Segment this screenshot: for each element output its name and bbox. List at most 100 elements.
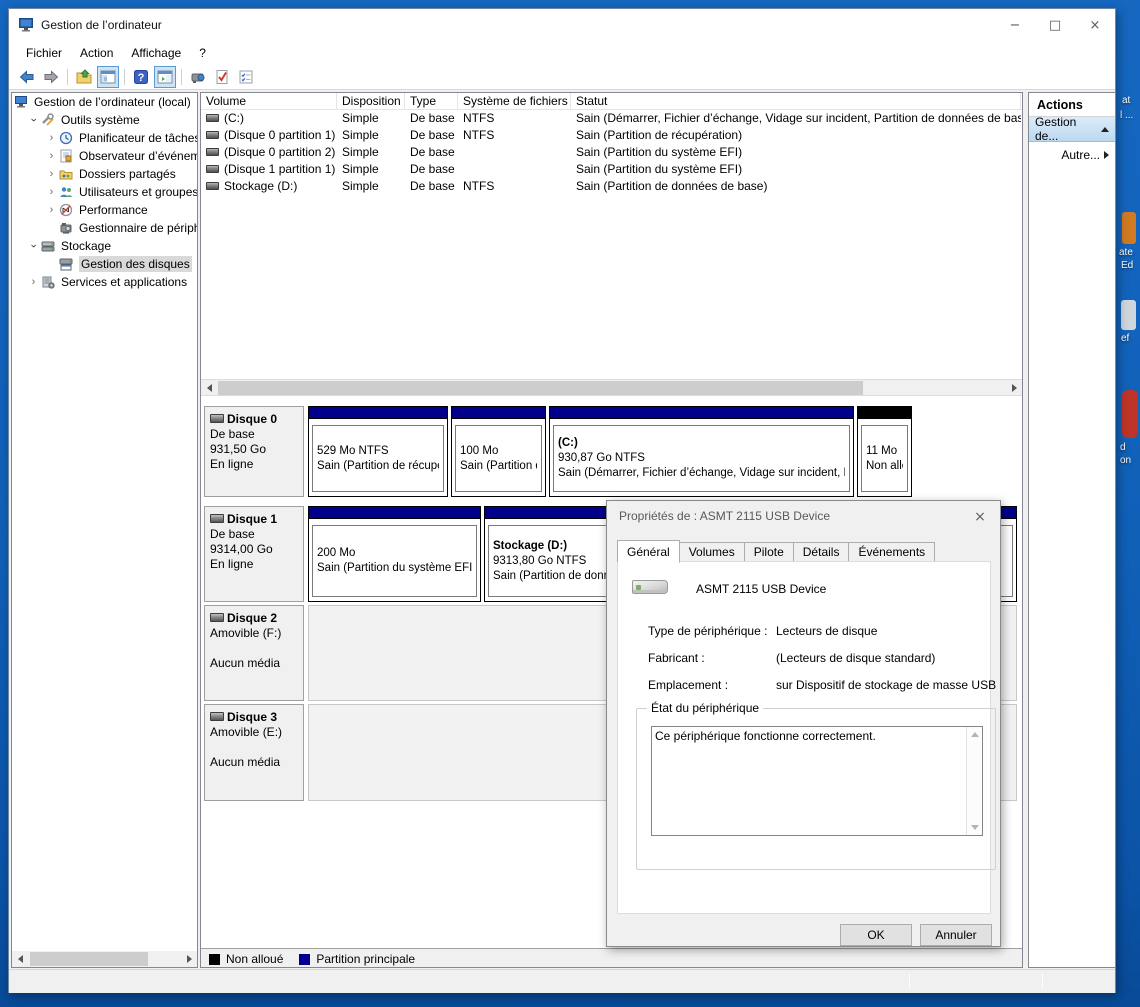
ok-button[interactable]: OK xyxy=(840,924,912,946)
tab-volumes[interactable]: Volumes xyxy=(678,542,745,562)
help-icon[interactable]: ? xyxy=(130,66,152,88)
tree-item-gestion-de-l-ordinateur-local[interactable]: Gestion de l’ordinateur (local) xyxy=(12,93,197,111)
textbox-scrollbar[interactable] xyxy=(966,727,982,835)
location-label: Emplacement : xyxy=(648,678,729,692)
tab-pilote[interactable]: Pilote xyxy=(743,542,794,562)
tree-item-gestion-des-disques[interactable]: Gestion des disques xyxy=(12,255,197,273)
maximize-button[interactable]: □ xyxy=(1035,9,1075,41)
disk-label[interactable]: Disque 3 Amovible (E:) Aucun média xyxy=(204,704,304,801)
scroll-right-icon[interactable] xyxy=(181,951,197,967)
actions-panel-title: Actions xyxy=(1029,93,1115,117)
desktop: at l ... ate Ed ef d on Gestion de l’ord… xyxy=(0,0,1140,1007)
column-header-statut[interactable]: Statut xyxy=(571,93,1021,110)
partition-info: 200 Mo Sain (Partition du système EFI) xyxy=(312,525,477,597)
partition[interactable]: 100 MoSain (Partition du système EFI) xyxy=(451,406,546,497)
menu-fichier[interactable]: Fichier xyxy=(17,43,71,63)
partition[interactable]: 11 MoNon alloué xyxy=(857,406,912,497)
close-button[interactable]: × xyxy=(1075,9,1115,41)
tree-horizontal-scrollbar[interactable] xyxy=(12,951,197,967)
desktop-icon-text: ef xyxy=(1121,333,1130,344)
tree-item-stockage[interactable]: › Stockage xyxy=(12,237,197,255)
legend-primary-label: Partition principale xyxy=(316,952,416,966)
tree-item-services-et-applications[interactable]: › Services et applications xyxy=(12,273,197,291)
title-bar[interactable]: Gestion de l’ordinateur − □ × xyxy=(9,9,1115,41)
scroll-right-icon[interactable] xyxy=(1006,380,1022,396)
volume-row[interactable]: Stockage (D:) Simple De base NTFS Sain (Part… xyxy=(201,178,1022,195)
scrollbar-thumb[interactable] xyxy=(30,952,148,966)
volume-row[interactable]: (C:) Simple De base NTFS Sain (Démarrer, Fic… xyxy=(201,110,1022,127)
computer-icon xyxy=(14,95,30,109)
volume-cell: Simple xyxy=(342,162,379,176)
up-folder-icon[interactable] xyxy=(73,66,95,88)
volume-row[interactable]: (Disque 1 partition 1) Simple De base Sain … xyxy=(201,161,1022,178)
action-gestion-des-disques[interactable]: Gestion de... xyxy=(1029,115,1115,143)
show-action-pane-icon[interactable] xyxy=(154,65,176,88)
column-header-volume[interactable]: Volume xyxy=(201,93,337,110)
tree-item-performance[interactable]: › Performance xyxy=(12,201,197,219)
document-check-icon[interactable] xyxy=(211,66,233,88)
tab-evenements[interactable]: Événements xyxy=(848,542,936,562)
scroll-left-icon[interactable] xyxy=(12,951,28,967)
dialog-close-icon[interactable]: × xyxy=(966,505,994,529)
back-icon[interactable] xyxy=(16,66,38,88)
tab-details[interactable]: Détails xyxy=(792,542,850,562)
tree-item-gestionnaire-de-p-riph-riques[interactable]: Gestionnaire de périphériques xyxy=(12,219,197,237)
volume-cell: De base xyxy=(410,162,455,176)
tree-item-label: Services et applications xyxy=(61,275,188,289)
expander-icon[interactable]: › xyxy=(44,132,59,144)
volume-cell: Simple xyxy=(342,179,379,193)
tree-item-observateur-d-v-nements[interactable]: › Observateur d’événements xyxy=(12,147,197,165)
tree-item-utilisateurs-et-groupes-locaux[interactable]: › Utilisateurs et groupes locaux xyxy=(12,183,197,201)
show-console-tree-icon[interactable] xyxy=(97,65,119,88)
volume-cell xyxy=(458,161,571,178)
expander-icon[interactable]: › xyxy=(44,186,59,198)
disk-label[interactable]: Disque 0 De base 931,50 Go En ligne xyxy=(204,406,304,497)
list-horizontal-scrollbar[interactable] xyxy=(201,379,1022,396)
volume-cell: Sain (Partition de récupération) xyxy=(576,128,743,142)
column-header-disposition[interactable]: Disposition xyxy=(337,93,405,110)
expander-icon[interactable]: › xyxy=(26,276,41,288)
desktop-icon-text: ate xyxy=(1119,247,1133,258)
cancel-button[interactable]: Annuler xyxy=(920,924,992,946)
partition[interactable]: 529 Mo NTFSSain (Partition de récupérati… xyxy=(308,406,448,497)
export-list-icon[interactable] xyxy=(187,66,209,88)
desktop-icon-text: at xyxy=(1122,95,1131,106)
window-title: Gestion de l’ordinateur xyxy=(41,18,162,32)
expander-icon[interactable]: › xyxy=(28,239,40,254)
tree-item-planificateur-de-t-ches[interactable]: › Planificateur de tâches xyxy=(12,129,197,147)
checklist-icon[interactable] xyxy=(235,66,257,88)
menu-action[interactable]: Action xyxy=(71,43,122,63)
column-header-syst-me-de-fichiers[interactable]: Système de fichiers xyxy=(458,93,571,110)
menu-help[interactable]: ? xyxy=(190,43,215,63)
expander-icon[interactable]: › xyxy=(44,150,59,162)
minimize-button[interactable]: − xyxy=(995,9,1035,41)
scroll-down-icon[interactable] xyxy=(971,825,979,830)
disk-label[interactable]: Disque 2 Amovible (F:) Aucun média xyxy=(204,605,304,701)
expander-icon[interactable]: › xyxy=(44,204,59,216)
collapse-icon[interactable] xyxy=(1101,126,1109,132)
column-header-type[interactable]: Type xyxy=(405,93,458,110)
shared-folders-icon xyxy=(59,167,75,181)
scroll-left-icon[interactable] xyxy=(201,380,217,396)
action-autres[interactable]: Autre... xyxy=(1029,142,1115,167)
partition[interactable]: 200 Mo Sain (Partition du système EFI) xyxy=(308,506,481,602)
tab-general[interactable]: Général xyxy=(617,540,680,563)
disk-label[interactable]: Disque 1 De base 9314,00 Go En ligne xyxy=(204,506,304,602)
tree-item-dossiers-partag-s[interactable]: › Dossiers partagés xyxy=(12,165,197,183)
tree-item-label: Utilisateurs et groupes locaux xyxy=(79,185,197,199)
volume-row[interactable]: (Disque 0 partition 2) Simple De base Sain … xyxy=(201,144,1022,161)
menu-affichage[interactable]: Affichage xyxy=(122,43,190,63)
scroll-up-icon[interactable] xyxy=(971,732,979,737)
scrollbar-thumb[interactable] xyxy=(218,381,863,395)
expander-icon[interactable]: › xyxy=(28,113,40,128)
expander-icon[interactable]: › xyxy=(44,168,59,180)
expand-icon[interactable] xyxy=(1104,150,1109,159)
partition[interactable]: (C:) 930,87 Go NTFS Sain (Démarrer, Fichie… xyxy=(549,406,854,497)
device-state-textbox[interactable]: Ce périphérique fonctionne correctement. xyxy=(651,726,983,836)
device-state-groupbox: État du périphérique Ce périphérique fon… xyxy=(636,701,996,870)
tree-item-outils-syst-me[interactable]: › Outils système xyxy=(12,111,197,129)
volume-cell: Sain (Démarrer, Fichier d’échange, Vidag… xyxy=(576,111,1021,125)
forward-icon[interactable] xyxy=(40,66,62,88)
volume-row[interactable]: (Disque 0 partition 1) Simple De base NTFS S… xyxy=(201,127,1022,144)
app-icon xyxy=(18,17,34,36)
